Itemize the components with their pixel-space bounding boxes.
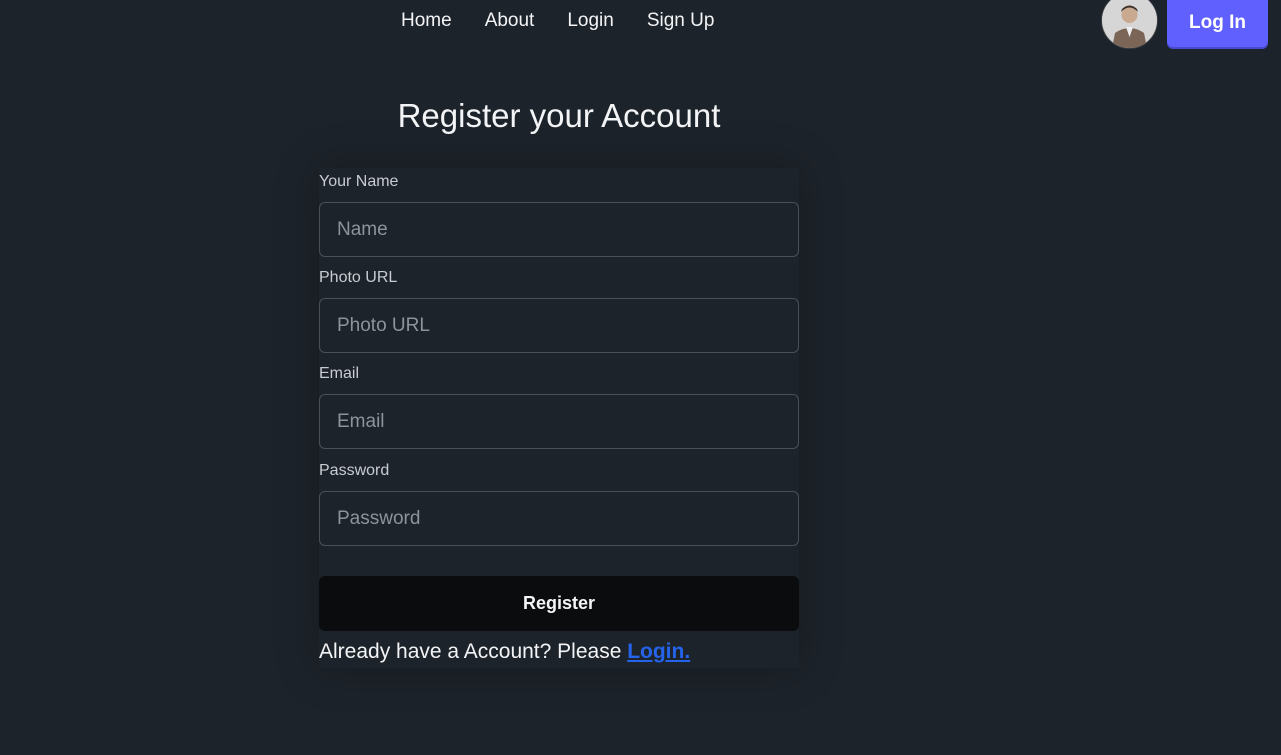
password-input[interactable]	[319, 491, 799, 546]
password-label: Password	[319, 462, 390, 479]
register-button[interactable]: Register	[319, 576, 799, 631]
nav-link-home[interactable]: Home	[401, 9, 452, 33]
login-link[interactable]: Login.	[627, 640, 690, 663]
nav-link-signup[interactable]: Sign Up	[647, 9, 715, 33]
page-title: Register your Account	[397, 97, 721, 134]
photo-url-input[interactable]	[319, 298, 799, 353]
user-avatar[interactable]	[1101, 0, 1158, 49]
log-in-button[interactable]: Log In	[1167, 0, 1268, 47]
email-input[interactable]	[319, 394, 799, 449]
avatar-photo-icon	[1102, 0, 1157, 48]
top-navbar: Home About Login Sign Up Log In	[0, 0, 1281, 50]
nav-link-about[interactable]: About	[485, 9, 535, 33]
email-label: Email	[319, 365, 360, 382]
name-input[interactable]	[319, 202, 799, 257]
register-form: Your Name Photo URL Email Password Regis…	[319, 168, 799, 668]
nav-links: Home About Login Sign Up	[401, 9, 747, 33]
nav-link-login[interactable]: Login	[567, 9, 614, 33]
login-prompt: Already have a Account? Please Login.	[319, 640, 690, 664]
photo-url-label: Photo URL	[319, 269, 398, 286]
name-label: Your Name	[319, 173, 399, 190]
login-prompt-text: Already have a Account? Please	[319, 640, 628, 663]
